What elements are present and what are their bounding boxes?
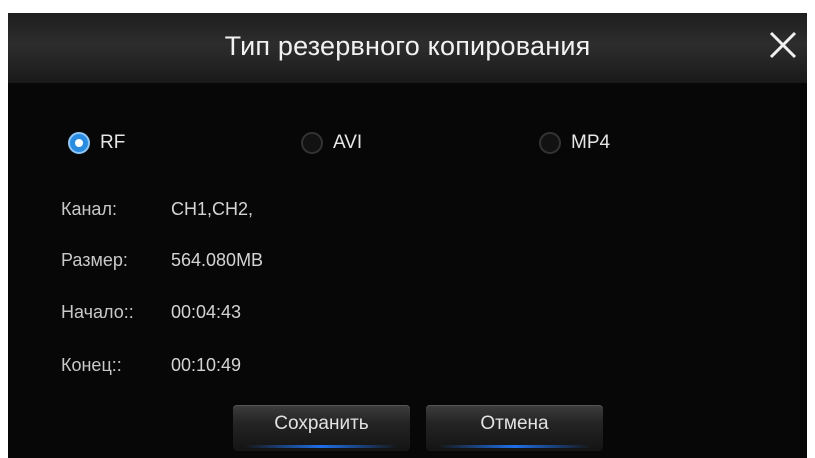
radio-selected-icon (68, 132, 90, 154)
radio-label: RF (100, 132, 126, 153)
end-time-label: Конец:: (61, 355, 122, 375)
backup-type-dialog: Тип резервного копирования RF AVI MP4 Ка… (8, 13, 807, 458)
title-bar: Тип резервного копирования (8, 13, 807, 83)
radio-unselected-icon (301, 132, 323, 154)
start-time-label: Начало:: (61, 302, 134, 322)
cancel-button[interactable]: Отмена (426, 405, 603, 451)
radio-label: MP4 (571, 132, 611, 153)
radio-unselected-icon (539, 132, 561, 154)
size-label: Размер: (61, 250, 128, 270)
channel-value: CH1,CH2, (171, 199, 254, 219)
radio-label: AVI (333, 132, 363, 153)
end-time-value: 00:10:49 (171, 355, 242, 375)
size-value: 564.080MB (171, 250, 264, 270)
dialog-title: Тип резервного копирования (224, 31, 591, 61)
channel-label: Канал: (61, 199, 117, 219)
save-button[interactable]: Сохранить (233, 405, 410, 451)
start-time-value: 00:04:43 (171, 302, 242, 322)
close-icon[interactable] (765, 27, 801, 63)
